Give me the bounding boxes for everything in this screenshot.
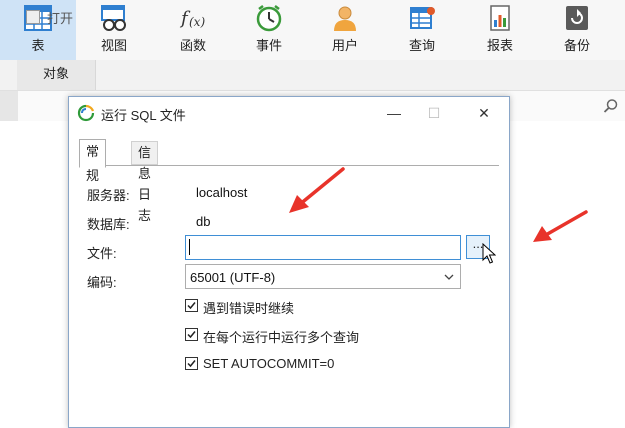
run-sql-file-dialog: 运行 SQL 文件 — ☐ ✕ 常规 信息日志 服务器: localhost 数… [68,96,510,428]
clock-icon [256,5,282,32]
database-value: db [196,214,211,229]
chevron-down-icon [444,274,454,280]
toolbar-event-button[interactable]: 事件 [231,0,307,60]
close-button[interactable]: ✕ [461,97,507,129]
main-toolbar: 表 视图 f (x) 函数 事件 用户 查询 报表 备份 [0,0,625,61]
toolbar-user-button[interactable]: 用户 [307,0,383,60]
encoding-select-value: 65001 (UTF-8) [190,270,276,285]
checkmark-icon [187,331,196,339]
report-icon [490,5,510,31]
checkmark-icon [187,302,196,310]
toolbar-query-label: 查询 [408,38,435,53]
annotation-arrow-icon [289,167,345,213]
toolbar-backup-label: 备份 [563,38,590,53]
annotation-arrow-icon [533,210,588,242]
toolbar-event-label: 事件 [255,38,282,53]
query-icon [410,7,435,29]
mouse-pointer-icon [482,243,496,264]
svg-text:(x): (x) [189,15,205,29]
user-icon [334,6,356,31]
view-icon [101,5,126,31]
tab-object[interactable]: 对象 [17,60,96,90]
autocommit-label: SET AUTOCOMMIT=0 [203,356,335,371]
checkmark-icon [187,360,196,368]
multi-query-checkbox[interactable] [185,328,198,341]
backup-icon [566,6,588,30]
text-caret [189,239,190,255]
search-icon[interactable] [603,98,619,114]
continue-on-error-label: 遇到错误时继续 [203,301,295,316]
tab-general[interactable]: 常规 [79,139,107,183]
encoding-select[interactable]: 65001 (UTF-8) [185,264,461,289]
autocommit-checkbox[interactable] [185,357,198,370]
dialog-title-bar[interactable]: 运行 SQL 文件 — ☐ ✕ [69,97,509,129]
toolbar-report-button[interactable]: 报表 [462,0,538,60]
function-icon: f (x) [179,8,205,29]
toolbar-table-label: 表 [31,38,45,53]
open-table-button[interactable]: 打开 [47,8,73,27]
continue-on-error-checkbox[interactable] [185,299,198,312]
encoding-label: 编码: [87,275,117,290]
toolbar-user-label: 用户 [331,38,358,53]
file-path-input[interactable] [185,235,461,260]
toolbar-view-label: 视图 [100,38,127,53]
dialog-title: 运行 SQL 文件 [101,108,186,123]
multi-query-label: 在每个运行中运行多个查询 [203,330,360,345]
server-value: localhost [196,185,248,200]
toolbar-function-button[interactable]: f (x) 函数 [155,0,231,60]
tab-message-log[interactable]: 信息日志 [131,141,159,223]
toolbar-backup-button[interactable]: 备份 [539,0,615,60]
file-label: 文件: [87,246,117,261]
open-table-icon [26,10,40,24]
toolbar-query-button[interactable]: 查询 [384,0,460,60]
toolbar-function-label: 函数 [179,38,206,53]
toolbar-report-label: 报表 [486,38,513,53]
sidebar-edge [0,91,18,121]
maximize-button[interactable]: ☐ [411,97,457,129]
database-label: 数据库: [87,217,130,232]
toolbar-view-button[interactable]: 视图 [76,0,152,60]
navicat-logo-icon [77,104,95,122]
